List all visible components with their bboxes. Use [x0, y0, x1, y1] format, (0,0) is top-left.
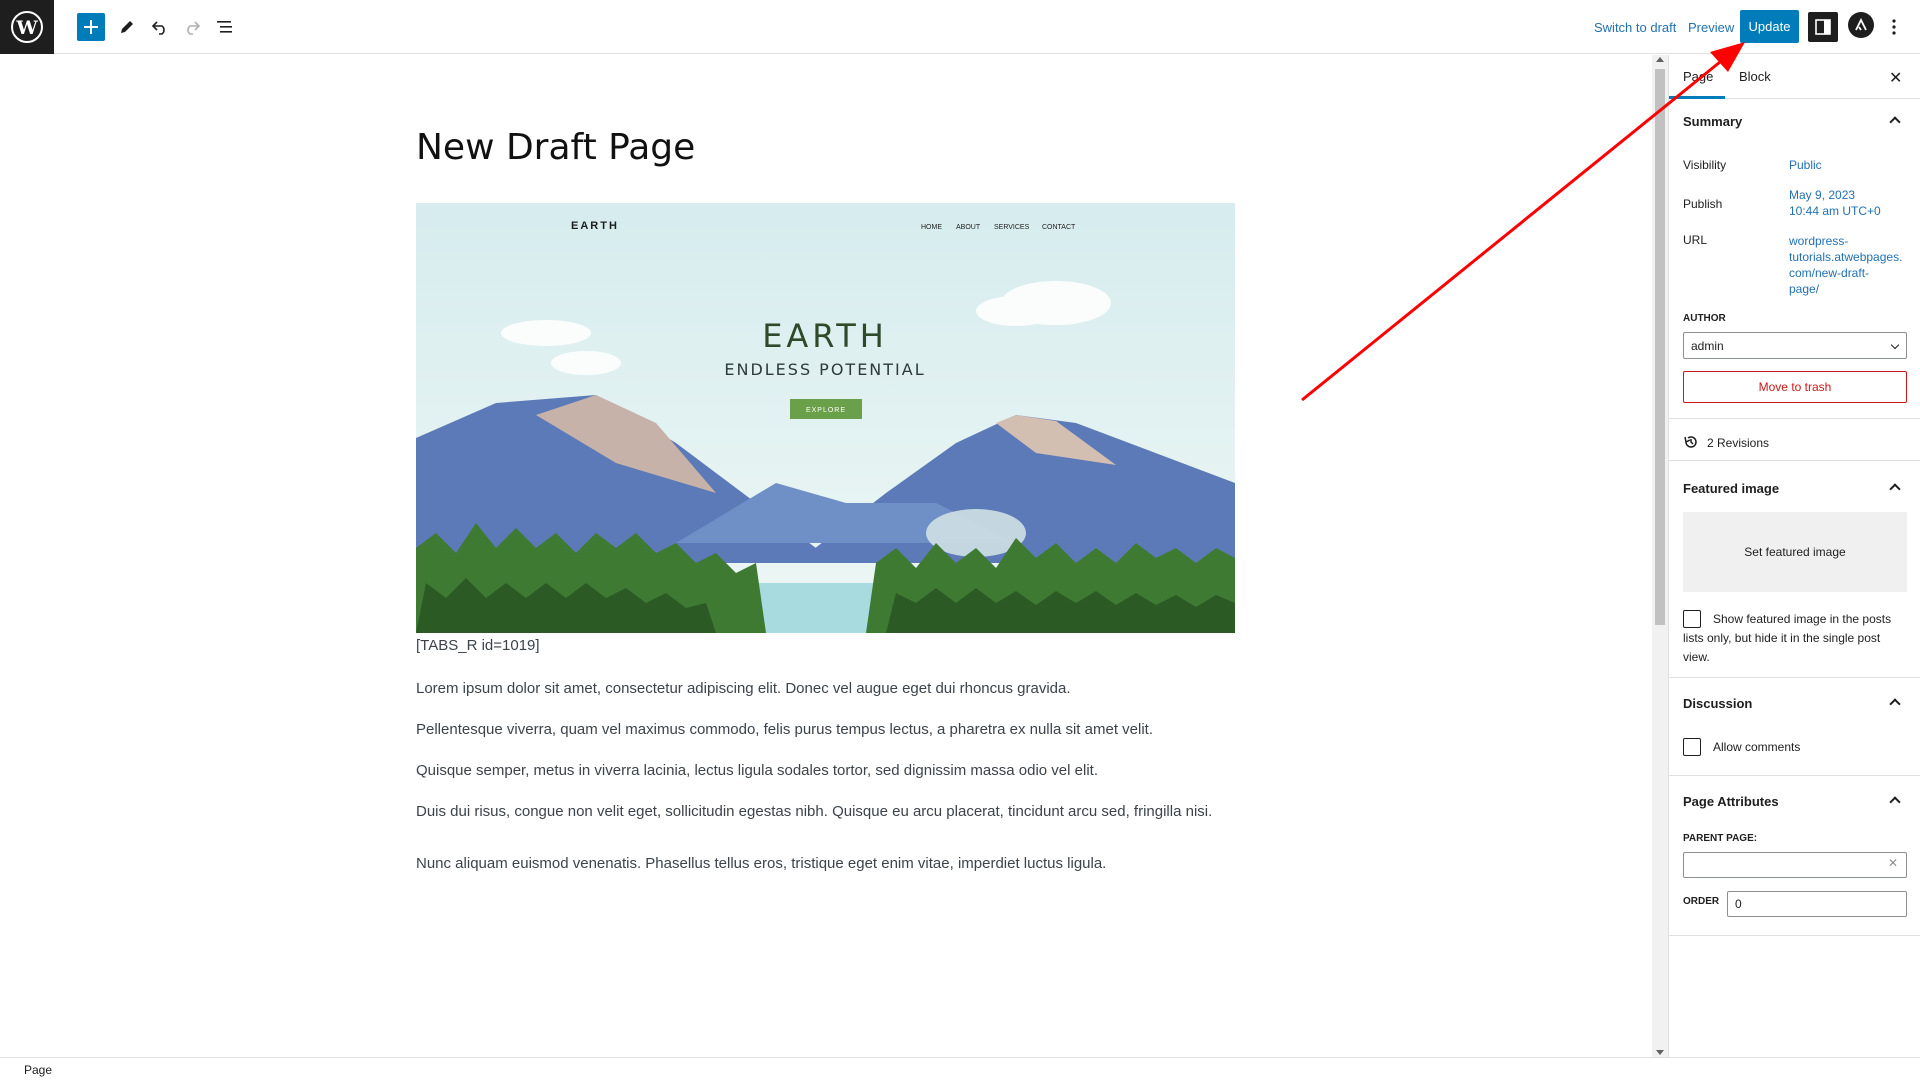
featured-image-panel-heading[interactable]: Featured image: [1683, 481, 1779, 496]
checkbox-line: view.: [1683, 650, 1710, 664]
publish-date-button[interactable]: May 9, 2023 10:44 am UTC+0: [1789, 187, 1881, 219]
parent-page-input[interactable]: ✕: [1683, 852, 1907, 878]
wordpress-logo-icon[interactable]: W: [0, 0, 54, 54]
clear-icon[interactable]: ✕: [1888, 856, 1898, 870]
hero-nav-contact: CONTACT: [1042, 224, 1076, 231]
paragraph-block[interactable]: Quisque semper, metus in viverra lacinia…: [416, 762, 1098, 779]
order-label: ORDER: [1683, 896, 1720, 907]
summary-panel-heading[interactable]: Summary: [1683, 114, 1742, 129]
hero-brand: EARTH: [571, 220, 619, 232]
paragraph-block[interactable]: Lorem ipsum dolor sit amet, consectetur …: [416, 680, 1071, 697]
checkbox-line: lists only, but hide it in the single po…: [1683, 631, 1881, 645]
undo-icon: [151, 21, 165, 35]
url-line: page/: [1789, 282, 1820, 296]
add-block-button[interactable]: [77, 13, 105, 41]
checkbox-line: Show featured image in the posts: [1713, 612, 1892, 626]
visibility-label: Visibility: [1683, 158, 1727, 172]
move-to-trash-button[interactable]: Move to trash: [1683, 371, 1907, 403]
page-title[interactable]: New Draft Page: [416, 127, 695, 168]
divider: [1669, 418, 1920, 419]
paragraph-block[interactable]: Duis dui risus, congue non velit eget, s…: [416, 803, 1212, 820]
hero-explore-label: EXPLORE: [806, 407, 846, 414]
page-attributes-panel-heading[interactable]: Page Attributes: [1683, 794, 1779, 809]
allow-comments-label: Allow comments: [1713, 740, 1801, 754]
hero-nav-about: ABOUT: [956, 224, 981, 231]
plus-icon: [84, 20, 98, 34]
show-featured-label: Show featured image in the posts lists o…: [1683, 610, 1909, 667]
url-line: wordpress-: [1789, 234, 1849, 248]
paragraph-block[interactable]: Pellentesque viverra, quam vel maximus c…: [416, 721, 1153, 738]
more-vertical-icon: [1892, 19, 1896, 35]
author-select[interactable]: admin: [1683, 332, 1907, 359]
pencil-icon: [121, 21, 133, 33]
chevron-up-icon[interactable]: [1889, 796, 1901, 808]
divider: [1669, 460, 1920, 461]
revisions-label: 2 Revisions: [1707, 436, 1770, 450]
list-view-icon: [217, 21, 232, 33]
hero-nav-home: HOME: [921, 224, 942, 231]
url-line: com/new-draft-: [1789, 266, 1870, 280]
chevron-up-icon[interactable]: [1889, 116, 1901, 128]
allow-comments-checkbox[interactable]: [1683, 738, 1701, 756]
discussion-panel-heading[interactable]: Discussion: [1683, 696, 1752, 711]
redo-icon: [187, 21, 201, 35]
url-label: URL: [1683, 233, 1708, 247]
order-input[interactable]: 0: [1727, 891, 1907, 917]
chevron-down-icon: [1890, 340, 1900, 350]
hero-headline: EARTH: [762, 317, 888, 355]
sidebar-icon: [1815, 19, 1831, 35]
divider: [1669, 677, 1920, 678]
options-button[interactable]: [1884, 13, 1904, 41]
publish-label: Publish: [1683, 197, 1723, 211]
close-icon[interactable]: ✕: [1889, 68, 1902, 88]
preview-button[interactable]: Preview: [1688, 20, 1734, 35]
hero-nav-services: SERVICES: [994, 224, 1030, 231]
redo-button[interactable]: [178, 13, 206, 41]
svg-text:W: W: [15, 17, 38, 39]
update-button[interactable]: Update: [1740, 10, 1799, 43]
active-tab-indicator: [1669, 96, 1725, 99]
url-value[interactable]: wordpress- tutorials.atwebpages. com/new…: [1789, 233, 1902, 297]
paragraph-block[interactable]: Nunc aliquam euismod venenatis. Phasellu…: [416, 855, 1106, 872]
editor-canvas: New Draft Page EARTH HOME ABOUT SERVICES…: [0, 55, 1652, 1057]
scroll-up-icon[interactable]: [1656, 57, 1664, 62]
undo-button[interactable]: [146, 13, 174, 41]
astra-settings-button[interactable]: [1848, 12, 1874, 38]
tab-block[interactable]: Block: [1739, 69, 1771, 84]
tools-button[interactable]: [113, 13, 141, 41]
scroll-down-icon[interactable]: [1656, 1050, 1664, 1055]
publish-date: May 9, 2023: [1789, 188, 1856, 202]
author-value: admin: [1691, 339, 1724, 353]
publish-time: 10:44 am UTC+0: [1789, 204, 1881, 218]
history-icon: [1684, 436, 1697, 448]
divider: [1669, 775, 1920, 776]
breadcrumb-page[interactable]: Page: [24, 1063, 52, 1077]
hero-image-block[interactable]: EARTH HOME ABOUT SERVICES CONTACT EARTH …: [416, 203, 1235, 633]
chevron-up-icon[interactable]: [1889, 698, 1901, 710]
visibility-value[interactable]: Public: [1789, 157, 1822, 173]
hero-illustration: EARTH HOME ABOUT SERVICES CONTACT EARTH …: [416, 203, 1235, 633]
parent-page-label: PARENT PAGE:: [1683, 833, 1758, 844]
hero-subheadline: ENDLESS POTENTIAL: [724, 360, 925, 379]
set-featured-image-button[interactable]: Set featured image: [1683, 512, 1907, 592]
block-breadcrumb-bar: Page: [0, 1057, 1920, 1080]
settings-sidebar: Page Block ✕ Summary Visibility Public P…: [1668, 55, 1920, 1057]
author-label: AUTHOR: [1683, 313, 1726, 324]
tab-page[interactable]: Page: [1683, 69, 1713, 84]
switch-to-draft-button[interactable]: Switch to draft: [1594, 20, 1676, 35]
sidebar-tabs: Page Block ✕: [1669, 55, 1920, 99]
shortcode-block[interactable]: [TABS_R id=1019]: [416, 637, 540, 654]
astra-logo-icon: [1855, 18, 1867, 31]
scroll-thumb[interactable]: [1655, 69, 1665, 625]
canvas-scrollbar[interactable]: [1652, 55, 1668, 1057]
url-line: tutorials.atwebpages.: [1789, 250, 1903, 264]
editor-top-toolbar: W Switch to draft Preview Update: [0, 0, 1920, 54]
chevron-up-icon[interactable]: [1889, 483, 1901, 495]
divider: [1669, 935, 1920, 936]
settings-toggle-button[interactable]: [1808, 12, 1838, 42]
document-overview-button[interactable]: [211, 13, 239, 41]
